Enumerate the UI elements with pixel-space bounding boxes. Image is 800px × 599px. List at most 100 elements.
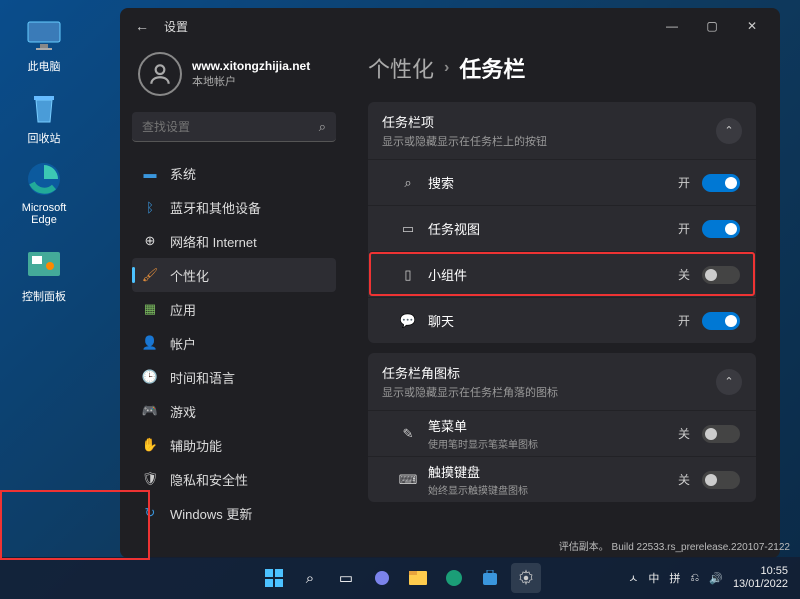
nav-label: 系统: [170, 164, 196, 183]
nav-label: 个性化: [170, 266, 209, 285]
taskbar: ⌕ ▭ ㅅ 中 拼 ⎌ 🔊 10:55 13/01/2022: [0, 557, 800, 599]
nav-label: 网络和 Internet: [170, 232, 257, 251]
nav-label: 应用: [170, 300, 196, 319]
nav-label: 游戏: [170, 402, 196, 421]
nav-icon: 👤: [142, 335, 158, 351]
toggle-state: 开: [678, 174, 690, 191]
toggle-switch[interactable]: [702, 471, 740, 489]
network-icon[interactable]: ⎌: [690, 572, 699, 585]
recycle-icon: [25, 88, 63, 126]
search-icon: ⌕: [319, 119, 326, 135]
nav-label: 时间和语言: [170, 368, 235, 387]
taskbar-right: ㅅ 中 拼 ⎌ 🔊 10:55 13/01/2022: [628, 565, 800, 591]
volume-icon[interactable]: 🔊: [709, 572, 723, 585]
row-label: 触摸键盘: [428, 462, 666, 481]
section-header[interactable]: 任务栏角图标 显示或隐藏显示在任务栏角落的图标 ⌃: [368, 353, 756, 410]
settings-taskbar-icon[interactable]: [511, 563, 541, 593]
toggle-switch[interactable]: [702, 266, 740, 284]
toggle-switch[interactable]: [702, 425, 740, 443]
nav-icon: ᛒ: [142, 199, 158, 215]
toggle-state: 开: [678, 220, 690, 237]
breadcrumb-parent[interactable]: 个性化: [368, 52, 434, 84]
nav-icon: ▬: [142, 165, 158, 181]
maximize-button[interactable]: ▢: [692, 12, 732, 40]
desktop-icon-label: 此电脑: [28, 61, 61, 73]
search-box[interactable]: ⌕: [132, 112, 336, 142]
sidebar-item-8[interactable]: ✋辅助功能: [132, 428, 336, 462]
sidebar-item-0[interactable]: ▬ 系统: [132, 156, 336, 190]
ime-mode[interactable]: 拼: [669, 570, 680, 586]
section-subtitle: 显示或隐藏显示在任务栏角落的图标: [382, 384, 558, 400]
avatar: [138, 52, 182, 96]
row-label: 笔菜单: [428, 416, 666, 435]
sidebar-item-7[interactable]: 🎮游戏: [132, 394, 336, 428]
row-label: 聊天: [428, 311, 666, 330]
taskview-icon[interactable]: ▭: [331, 563, 361, 593]
corner-icon-row: ⌨ 触摸键盘始终显示触摸键盘图标 关: [368, 456, 756, 502]
sidebar-item-5[interactable]: 👤 帐户: [132, 326, 336, 360]
toggle-state: 关: [678, 425, 690, 442]
nav-icon: 🖌: [142, 267, 158, 283]
sidebar-item-1[interactable]: ᛒ蓝牙和其他设备: [132, 190, 336, 224]
sidebar-item-4[interactable]: ▦ 应用: [132, 292, 336, 326]
minimize-button[interactable]: —: [652, 12, 692, 40]
nav-icon: ↻: [142, 505, 158, 521]
control-panel-icon: [25, 246, 63, 284]
ime-lang[interactable]: 中: [648, 570, 659, 586]
taskbar-chat-icon[interactable]: [367, 563, 397, 593]
start-button[interactable]: [259, 563, 289, 593]
sidebar-item-6[interactable]: 🕒时间和语言: [132, 360, 336, 394]
sidebar-item-10[interactable]: ↻Windows 更新: [132, 496, 336, 530]
desktop-icon-edge[interactable]: Microsoft Edge: [16, 160, 72, 226]
user-block[interactable]: www.xitongzhijia.net 本地帐户: [132, 44, 336, 112]
chevron-up-icon: ⌃: [716, 369, 742, 395]
taskbar-search-icon[interactable]: ⌕: [295, 563, 325, 593]
taskbar-edge-icon[interactable]: [439, 563, 469, 593]
date-text: 13/01/2022: [733, 578, 788, 591]
row-label: 搜索: [428, 173, 666, 192]
toggle-switch[interactable]: [702, 174, 740, 192]
time-text: 10:55: [733, 565, 788, 578]
toggle-switch[interactable]: [702, 312, 740, 330]
desktop-icon-label: Microsoft Edge: [22, 202, 67, 226]
section-title: 任务栏角图标: [382, 363, 558, 382]
sidebar-item-9[interactable]: 🛡隐私和安全性: [132, 462, 336, 496]
pc-icon: [25, 16, 63, 54]
section-header[interactable]: 任务栏项 显示或隐藏显示在任务栏上的按钮 ⌃: [368, 102, 756, 159]
clock[interactable]: 10:55 13/01/2022: [733, 565, 788, 591]
desktop-icon-control[interactable]: 控制面板: [16, 246, 72, 304]
nav-label: 隐私和安全性: [170, 470, 248, 489]
breadcrumb: 个性化 › 任务栏: [368, 52, 756, 84]
desktop-icon-recycle[interactable]: 回收站: [16, 88, 72, 146]
taskbar-item-row: ▭ 任务视图 开: [368, 205, 756, 251]
chevron-up-icon: ⌃: [716, 118, 742, 144]
nav-label: 帐户: [170, 334, 196, 353]
row-icon: ▯: [400, 267, 416, 283]
nav-label: 辅助功能: [170, 436, 222, 455]
explorer-icon[interactable]: [403, 563, 433, 593]
taskbar-item-row: ▯ 小组件 关: [368, 251, 756, 297]
ime-icon[interactable]: ㅅ: [628, 570, 638, 586]
breadcrumb-current: 任务栏: [459, 52, 525, 84]
build-text: 评估副本。 Build 22533.rs_prerelease.220107-2…: [559, 538, 790, 553]
taskbar-center: ⌕ ▭: [259, 563, 541, 593]
taskbar-item-row: ⌕ 搜索 开: [368, 159, 756, 205]
desktop-icon-pc[interactable]: 此电脑: [16, 16, 72, 74]
store-icon[interactable]: [475, 563, 505, 593]
sidebar: www.xitongzhijia.net 本地帐户 ⌕ ▬ 系统 ᛒ蓝牙和其他设备⊕…: [120, 44, 348, 558]
window-title: 设置: [164, 18, 188, 35]
row-label: 任务视图: [428, 219, 666, 238]
row-icon: ▭: [400, 221, 416, 237]
chevron-right-icon: ›: [444, 59, 449, 77]
user-type: 本地帐户: [192, 73, 310, 89]
taskbar-item-row: 💬 聊天 开: [368, 297, 756, 343]
sidebar-item-2[interactable]: ⊕网络和 Internet: [132, 224, 336, 258]
back-button[interactable]: ←: [128, 18, 156, 34]
sidebar-item-3[interactable]: 🖌 个性化: [132, 258, 336, 292]
nav-icon: ▦: [142, 301, 158, 317]
edge-icon: [25, 160, 63, 198]
search-input[interactable]: [142, 120, 319, 134]
close-button[interactable]: ✕: [732, 12, 772, 40]
desktop-icon-label: 控制面板: [22, 291, 66, 303]
toggle-switch[interactable]: [702, 220, 740, 238]
